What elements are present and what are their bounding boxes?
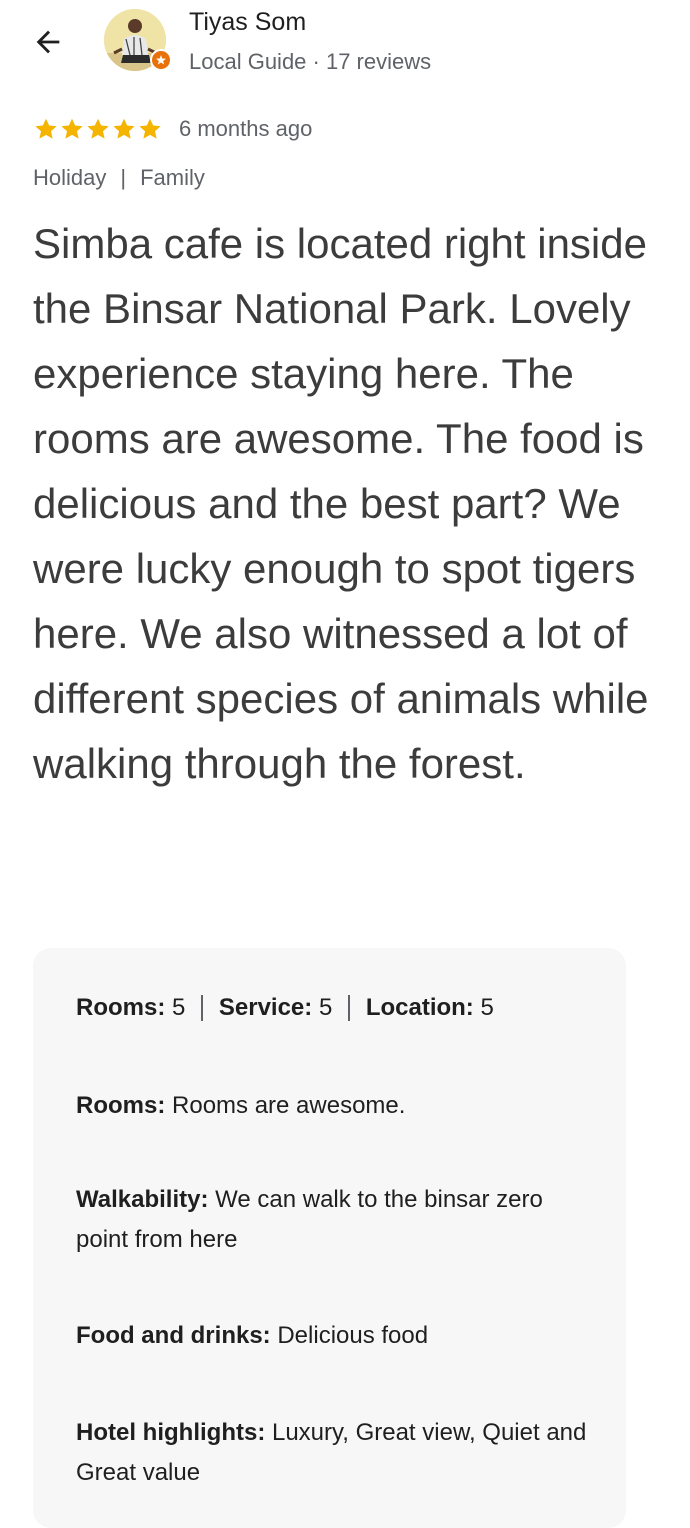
- reviewer-meta: Local Guide · 17 reviews: [189, 49, 432, 74]
- detail-food-drinks: Food and drinks: Delicious food: [76, 1316, 596, 1356]
- trip-tag: Family: [140, 165, 205, 190]
- local-guide-badge-icon: [156, 55, 166, 65]
- detail-label: Food and drinks:: [76, 1322, 271, 1349]
- star-icon: [139, 118, 161, 139]
- score-value: 5: [318, 994, 333, 1021]
- arrow-back-icon: [36, 30, 60, 54]
- review-header: Tiyas Som Local Guide · 17 reviews: [0, 0, 690, 100]
- detail-label: Rooms:: [76, 1092, 166, 1119]
- detail-label: Walkability:: [76, 1186, 209, 1213]
- score-value: 5: [480, 994, 494, 1021]
- back-button[interactable]: [26, 20, 70, 64]
- star-icon: [113, 118, 135, 139]
- detail-rooms: Rooms: Rooms are awesome.: [76, 1086, 596, 1126]
- review-text: Simba cafe is located right inside the B…: [33, 220, 649, 787]
- detail-value: Delicious food: [277, 1322, 429, 1349]
- star-icon: [35, 118, 57, 139]
- review-details-card: Rooms: 5 Service: 5 Location: 5 Rooms: R…: [33, 948, 626, 1528]
- score-label: Service:: [218, 994, 313, 1021]
- review-time: 6 months ago: [179, 116, 313, 141]
- detail-walkability: Walkability: We can walk to the binsar z…: [76, 1180, 596, 1260]
- rating-row: 6 months ago: [33, 116, 312, 142]
- score-label: Rooms:: [76, 994, 166, 1021]
- star-icon: [61, 118, 83, 139]
- reviewer-name[interactable]: Tiyas Som: [189, 8, 306, 37]
- detail-label: Hotel highlights:: [76, 1419, 266, 1446]
- local-guide-badge: [150, 49, 172, 71]
- trip-tags: Holiday | Family: [33, 165, 205, 191]
- score-value: 5: [172, 994, 186, 1021]
- tag-separator: |: [120, 165, 127, 190]
- score-summary: Rooms: 5 Service: 5 Location: 5: [76, 994, 494, 1022]
- trip-tag: Holiday: [33, 165, 107, 190]
- score-divider: [201, 995, 203, 1021]
- detail-hotel-highlights: Hotel highlights: Luxury, Great view, Qu…: [76, 1413, 596, 1493]
- detail-value: Rooms are awesome.: [172, 1092, 406, 1119]
- score-label: Location:: [365, 994, 474, 1021]
- star-icon: [87, 118, 109, 139]
- score-divider: [348, 995, 350, 1021]
- reviewer-avatar-container[interactable]: [104, 9, 172, 71]
- star-rating: [33, 116, 163, 142]
